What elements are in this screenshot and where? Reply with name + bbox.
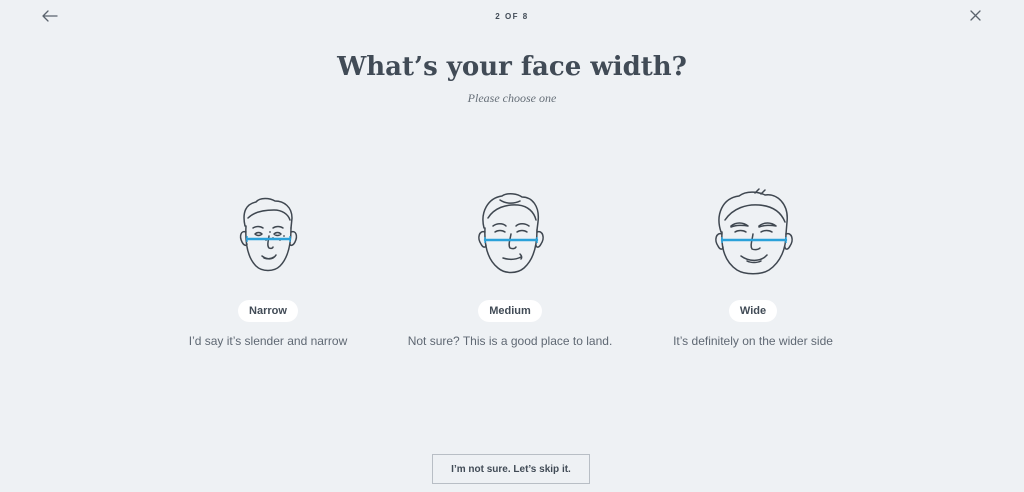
skip-button[interactable]: I’m not sure. Let’s skip it. [432,454,590,484]
option-narrow[interactable]: Narrow I’d say it’s slender and narrow [148,188,388,348]
wide-face-icon [715,188,793,275]
close-icon [970,10,981,21]
page-subtitle: Please choose one [467,91,557,105]
page-title: What’s your face width? [337,52,687,82]
option-description-wide: It’s definitely on the wider side [673,334,833,348]
option-label-medium: Medium [478,300,542,322]
option-label-wide: Wide [728,300,778,322]
medium-face-icon [478,193,544,274]
narrow-face-icon [239,197,298,272]
option-medium[interactable]: Medium Not sure? This is a good place to… [390,188,630,348]
quiz-page: 2 OF 8 What’s your face width? Please ch… [0,0,1024,492]
option-wide[interactable]: Wide It’s definitely on the wider side [633,188,873,348]
option-label-narrow: Narrow [238,300,298,322]
close-button[interactable] [966,6,986,26]
option-description-narrow: I’d say it’s slender and narrow [188,334,348,348]
option-description-medium: Not sure? This is a good place to land. [407,334,613,348]
step-indicator: 2 OF 8 [495,12,529,21]
